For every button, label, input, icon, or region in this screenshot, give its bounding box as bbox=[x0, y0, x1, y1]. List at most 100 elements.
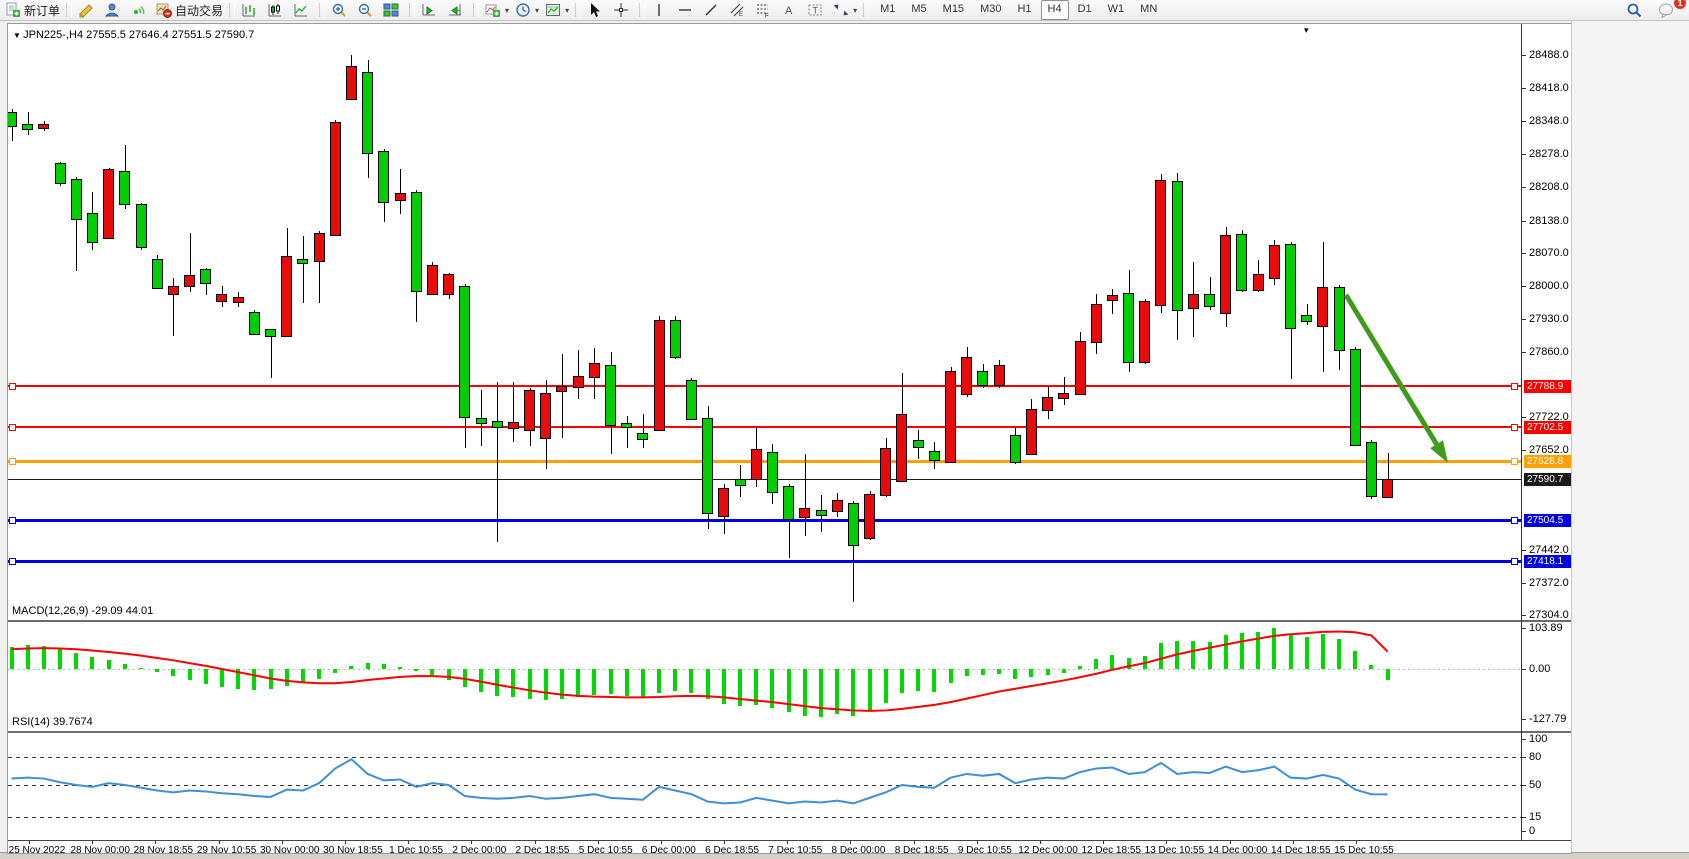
cursor-icon bbox=[587, 2, 603, 18]
chevron-down-icon: ▾ bbox=[535, 6, 539, 15]
fibonacci-tool-button[interactable]: F bbox=[752, 0, 778, 20]
chart-window[interactable]: ▼ JPN225-,H4 27555.5 27646.4 27551.5 275… bbox=[7, 23, 1572, 854]
toolbar-separator bbox=[229, 3, 235, 17]
chart-shift-icon bbox=[447, 2, 463, 18]
vertical-line-icon bbox=[651, 2, 667, 18]
vertical-line-tool-button[interactable] bbox=[648, 0, 674, 20]
autotrading-label: 自动交易 bbox=[175, 2, 223, 19]
arrow-head[interactable] bbox=[1430, 440, 1448, 463]
bar-chart-mode-button[interactable] bbox=[238, 0, 264, 20]
chevron-down-icon: ▾ bbox=[853, 6, 857, 15]
auto-scroll-button[interactable] bbox=[418, 0, 444, 20]
timeframe-button-D1[interactable]: D1 bbox=[1071, 0, 1099, 20]
community-person-icon bbox=[104, 2, 120, 18]
rsi-label: RSI(14) 39.7674 bbox=[12, 716, 93, 728]
periods-button[interactable]: ▾ bbox=[512, 0, 542, 20]
equidistant-channel-icon: E bbox=[729, 2, 745, 18]
arrow-line[interactable] bbox=[1346, 295, 1439, 448]
chevron-down-icon: ▾ bbox=[505, 6, 509, 15]
crosshair-icon bbox=[613, 2, 629, 18]
notification-count-badge: 1 bbox=[1674, 0, 1686, 9]
arrow-shapes-icon bbox=[833, 2, 849, 18]
toolbar-separator bbox=[319, 3, 325, 17]
candlestick-icon bbox=[267, 2, 283, 18]
auto-scroll-icon bbox=[421, 2, 437, 18]
metaeditor-button[interactable] bbox=[75, 0, 101, 20]
community-button[interactable] bbox=[101, 0, 127, 20]
horizontal-line-icon bbox=[677, 2, 693, 18]
text-icon: A bbox=[781, 2, 797, 18]
timeframe-button-H1[interactable]: H1 bbox=[1010, 0, 1038, 20]
trendline-icon bbox=[703, 2, 719, 18]
toolbar-separator bbox=[863, 3, 869, 17]
metaeditor-icon bbox=[78, 2, 94, 18]
new-order-button[interactable]: 新订单 bbox=[2, 0, 63, 20]
new-order-icon bbox=[5, 2, 21, 18]
level-price-badge: 27504.5 bbox=[1524, 514, 1572, 527]
chat-bubble-icon bbox=[1658, 2, 1675, 18]
notifications-button[interactable]: 1 bbox=[1655, 0, 1681, 20]
level-price-badge: 27702.5 bbox=[1524, 421, 1572, 434]
current-price-badge: 27590.7 bbox=[1524, 473, 1572, 486]
add-indicator-button[interactable]: ▾ bbox=[482, 0, 512, 20]
chart-title: JPN225-,H4 27555.5 27646.4 27551.5 27590… bbox=[23, 29, 254, 41]
svg-text:T: T bbox=[813, 6, 819, 16]
timeframe-button-M5[interactable]: M5 bbox=[904, 0, 933, 20]
chevron-down-icon: ▾ bbox=[565, 6, 569, 15]
cursor-tool-button[interactable] bbox=[584, 0, 610, 20]
timeframe-button-W1[interactable]: W1 bbox=[1101, 0, 1132, 20]
text-tool-button[interactable]: A bbox=[778, 0, 804, 20]
line-chart-mode-button[interactable] bbox=[290, 0, 316, 20]
timeframe-toolbar: M1M5M15M30H1H4D1W1MN bbox=[872, 0, 1165, 20]
text-label-icon: T bbox=[807, 2, 823, 18]
timeframe-button-M15[interactable]: M15 bbox=[936, 0, 971, 20]
zoom-in-icon bbox=[331, 2, 347, 18]
zoom-in-button[interactable] bbox=[328, 0, 354, 20]
search-icon bbox=[1626, 2, 1642, 18]
autotrading-icon bbox=[156, 2, 172, 18]
arrow-object-svg bbox=[8, 24, 1571, 853]
search-button[interactable] bbox=[1623, 0, 1649, 20]
toolbar-separator bbox=[66, 3, 72, 17]
label-tool-button[interactable]: T bbox=[804, 0, 830, 20]
zoom-out-button[interactable] bbox=[354, 0, 380, 20]
fibonacci-icon: F bbox=[755, 2, 771, 18]
svg-text:A: A bbox=[785, 5, 793, 17]
toolbar-separator bbox=[473, 3, 479, 17]
horizontal-line-tool-button[interactable] bbox=[674, 0, 700, 20]
macd-label: MACD(12,26,9) -29.09 44.01 bbox=[12, 605, 153, 617]
timeframe-button-MN[interactable]: MN bbox=[1133, 0, 1164, 20]
timeframe-button-M30[interactable]: M30 bbox=[973, 0, 1008, 20]
zoom-out-icon bbox=[357, 2, 373, 18]
trendline-tool-button[interactable] bbox=[700, 0, 726, 20]
arrows-tool-button[interactable]: ▾ bbox=[830, 0, 860, 20]
chart-title-bar: ▼ JPN225-,H4 27555.5 27646.4 27551.5 275… bbox=[13, 29, 254, 41]
new-order-label: 新订单 bbox=[24, 2, 60, 19]
bar-chart-icon bbox=[241, 2, 257, 18]
tile-windows-icon bbox=[383, 2, 399, 18]
chart-symbol-caret-icon[interactable]: ▼ bbox=[13, 31, 23, 40]
candlestick-mode-button[interactable] bbox=[264, 0, 290, 20]
signals-icon bbox=[130, 2, 146, 18]
chart-shift-button[interactable] bbox=[444, 0, 470, 20]
toolbar-separator bbox=[409, 3, 415, 17]
line-chart-icon bbox=[293, 2, 309, 18]
level-price-badge: 27628.8 bbox=[1524, 455, 1572, 468]
timeframe-button-M1[interactable]: M1 bbox=[873, 0, 902, 20]
tile-windows-button[interactable] bbox=[380, 0, 406, 20]
workspace: ▼ JPN225-,H4 27555.5 27646.4 27551.5 275… bbox=[0, 21, 1689, 852]
timeframe-button-H4[interactable]: H4 bbox=[1041, 0, 1069, 20]
level-price-badge: 27418.1 bbox=[1524, 555, 1572, 568]
main-toolbar: 新订单 自动交易 bbox=[0, 0, 1689, 21]
template-icon bbox=[545, 2, 561, 18]
crosshair-tool-button[interactable] bbox=[610, 0, 636, 20]
channel-tool-button[interactable]: E bbox=[726, 0, 752, 20]
chart-render-area: 28488.028418.028348.028278.028208.028138… bbox=[8, 24, 1571, 853]
templates-button[interactable]: ▾ bbox=[542, 0, 572, 20]
svg-text:F: F bbox=[765, 14, 769, 19]
toolbar-separator bbox=[575, 3, 581, 17]
level-price-badge: 27788.9 bbox=[1524, 380, 1572, 393]
autotrading-button[interactable]: 自动交易 bbox=[153, 0, 226, 20]
signals-button[interactable] bbox=[127, 0, 153, 20]
clock-icon bbox=[515, 2, 531, 18]
